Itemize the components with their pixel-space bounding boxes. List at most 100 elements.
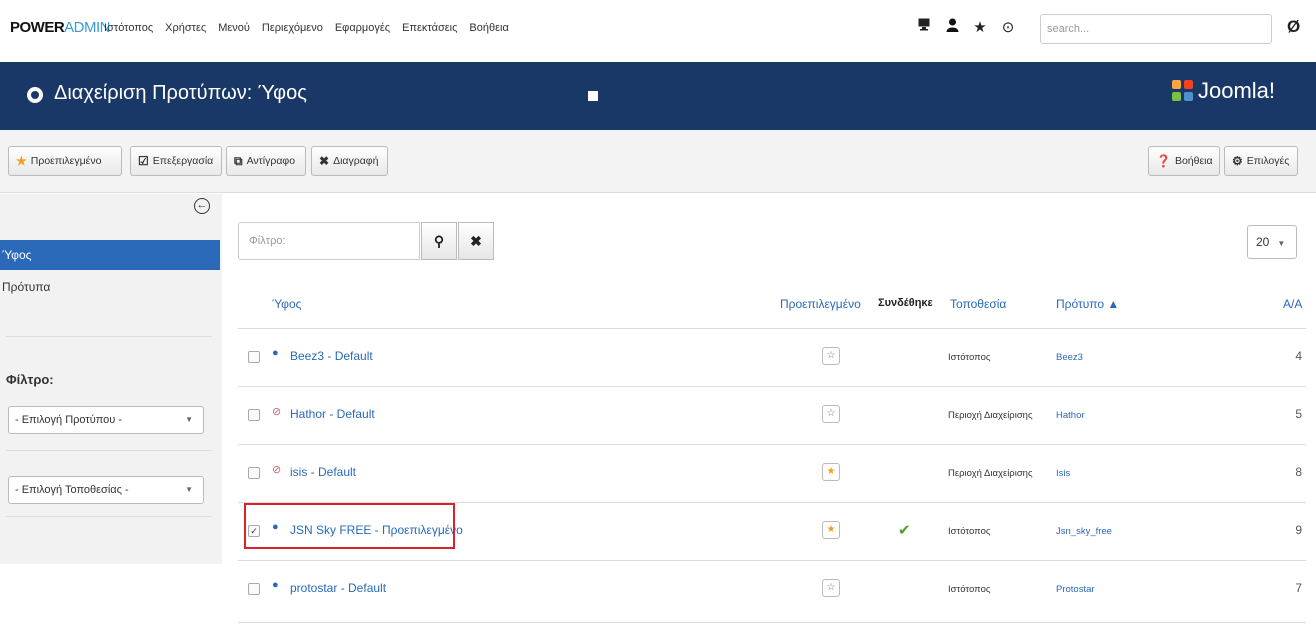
set-default-star-icon[interactable]: ☆	[822, 579, 840, 597]
clear-button[interactable]: ✖	[458, 222, 494, 260]
menu-item-content[interactable]: Περιεχόμενο	[262, 22, 323, 34]
star-icon: ★	[16, 154, 27, 168]
sidebar-item-styles[interactable]: Ύφος	[0, 240, 220, 270]
cog-icon[interactable]: ⊙	[999, 18, 1017, 36]
user-icon[interactable]	[943, 18, 961, 36]
search-input[interactable]: search...	[1040, 14, 1272, 44]
topnav-icons: ★ ⊙	[915, 18, 1017, 36]
table-bottom-border	[238, 622, 1306, 623]
row-checkbox[interactable]	[248, 409, 260, 421]
menu-item-users[interactable]: Χρήστες	[165, 22, 206, 34]
location-cell: Περιοχή Διαχείρισης	[948, 468, 1033, 479]
page-header: Διαχείριση Προτύπων: Ύφος Joomla!	[0, 62, 1316, 130]
column-header-location[interactable]: Τοποθεσία	[950, 297, 1006, 311]
delete-button[interactable]: ✖ Διαγραφή	[311, 146, 388, 176]
highlight-box	[244, 503, 455, 549]
location-cell: Περιοχή Διαχείρισης	[948, 410, 1033, 421]
set-default-star-icon[interactable]: ☆	[822, 405, 840, 423]
row-checkbox[interactable]	[248, 467, 260, 479]
menu-item-components[interactable]: Εφαρμογές	[335, 22, 390, 34]
close-icon: ✖	[319, 154, 330, 168]
column-header-style[interactable]: Ύφος	[272, 297, 301, 311]
eye-icon: ●	[272, 347, 279, 359]
table-row: ⊘ isis - Default ★ Περιοχή Διαχείρισης I…	[238, 444, 1306, 502]
eye-icon	[27, 87, 43, 103]
template-link[interactable]: Isis	[1056, 468, 1070, 479]
default-star-icon[interactable]: ★	[822, 463, 840, 481]
divider	[6, 336, 212, 337]
location-cell: Ιστότοπος	[948, 584, 991, 595]
top-navbar: POWERADMIN Ιστότοπος Χρήστες Μενού Περιε…	[0, 0, 1316, 62]
style-name-link[interactable]: Hathor - Default	[290, 407, 375, 421]
id-cell: 9	[1295, 523, 1302, 537]
style-name-link[interactable]: isis - Default	[290, 465, 356, 479]
admin-icon: ⊘	[272, 406, 282, 418]
table-row: ⊘ Hathor - Default ☆ Περιοχή Διαχείρισης…	[238, 386, 1306, 444]
template-link[interactable]: Protostar	[1056, 584, 1095, 595]
page-title: Διαχείριση Προτύπων: Ύφος	[54, 82, 307, 104]
filter-input[interactable]: Φίλτρο:	[238, 222, 420, 260]
star-icon[interactable]: ★	[971, 18, 989, 36]
divider	[6, 450, 212, 451]
row-checkbox[interactable]	[248, 583, 260, 595]
filter-title: Φίλτρο:	[6, 372, 54, 387]
edit-button[interactable]: ☑ Επεξεργασία	[130, 146, 222, 176]
main-menu: Ιστότοπος Χρήστες Μενού Περιεχόμενο Εφαρ…	[104, 22, 509, 34]
edit-icon: ☑	[138, 154, 149, 168]
row-checkbox[interactable]	[248, 351, 260, 363]
cursor-marker	[588, 91, 598, 101]
chevron-down-icon: ▼	[185, 415, 193, 424]
copy-icon: ⧉	[234, 153, 243, 168]
help-icon: ❓	[1156, 154, 1171, 168]
template-link[interactable]: Hathor	[1056, 410, 1085, 421]
assigned-check-icon: ✔	[898, 522, 911, 539]
table-row: ● Beez3 - Default ☆ Ιστότοπος Beez3 4	[238, 328, 1306, 386]
set-default-star-icon[interactable]: ☆	[822, 347, 840, 365]
menu-item-extensions[interactable]: Επεκτάσεις	[402, 22, 457, 34]
template-select[interactable]: - Επιλογή Προτύπου - ▼	[8, 406, 204, 434]
eye-icon: ●	[272, 579, 279, 591]
copy-button[interactable]: ⧉ Αντίγραφο	[226, 146, 306, 176]
divider	[6, 516, 212, 517]
joomla-logo: Joomla!	[1172, 78, 1275, 104]
default-star-icon[interactable]: ★	[822, 521, 840, 539]
toolbar: ★ Προεπιλεγμένο ☑ Επεξεργασία ⧉ Αντίγραφ…	[0, 130, 1316, 193]
monitor-icon[interactable]	[915, 18, 933, 36]
brand-logo[interactable]: POWERADMIN	[10, 19, 111, 36]
location-cell: Ιστότοπος	[948, 352, 991, 363]
template-link[interactable]: Jsn_sky_free	[1056, 526, 1112, 537]
menu-item-menus[interactable]: Μενού	[218, 22, 250, 34]
options-button[interactable]: ⚙ Επιλογές	[1224, 146, 1298, 176]
chevron-down-icon: ▼	[1277, 239, 1286, 248]
template-link[interactable]: Beez3	[1056, 352, 1083, 363]
id-cell: 4	[1295, 349, 1302, 363]
chevron-down-icon: ▼	[185, 485, 193, 494]
close-icon: ✖	[470, 233, 482, 249]
id-cell: 5	[1295, 407, 1302, 421]
menu-item-help[interactable]: Βοήθεια	[469, 22, 508, 34]
list-limit-select[interactable]: 20 ▼	[1247, 225, 1297, 259]
user-menu-icon[interactable]: Ø	[1287, 17, 1300, 37]
search-button[interactable]: ⚲	[421, 222, 457, 260]
style-name-link[interactable]: protostar - Default	[290, 581, 386, 595]
search-icon: ⚲	[433, 233, 445, 249]
sidebar-item-templates[interactable]: Πρότυπα	[0, 272, 220, 302]
table-row: ● protostar - Default ☆ Ιστότοπος Protos…	[238, 560, 1306, 618]
column-header-id[interactable]: Α/Α	[1283, 297, 1302, 311]
id-cell: 8	[1295, 465, 1302, 479]
column-header-template[interactable]: Πρότυπο ▲	[1056, 297, 1119, 311]
collapse-sidebar-icon[interactable]: ←	[194, 198, 210, 214]
make-default-button[interactable]: ★ Προεπιλεγμένο	[8, 146, 122, 176]
joomla-mark-icon	[1172, 80, 1194, 102]
column-header-default[interactable]: Προεπιλεγμένο	[780, 297, 861, 311]
style-name-link[interactable]: Beez3 - Default	[290, 349, 373, 363]
location-select[interactable]: - Επιλογή Τοποθεσίας - ▼	[8, 476, 204, 504]
location-cell: Ιστότοπος	[948, 526, 991, 537]
menu-item-site[interactable]: Ιστότοπος	[104, 22, 153, 34]
column-header-assigned: Συνδέθηκε	[878, 297, 933, 309]
id-cell: 7	[1295, 581, 1302, 595]
sidebar: ← Ύφος Πρότυπα Φίλτρο: - Επιλογή Προτύπο…	[0, 194, 222, 564]
help-button[interactable]: ❓ Βοήθεια	[1148, 146, 1220, 176]
admin-icon: ⊘	[272, 464, 282, 476]
gear-icon: ⚙	[1232, 154, 1243, 168]
